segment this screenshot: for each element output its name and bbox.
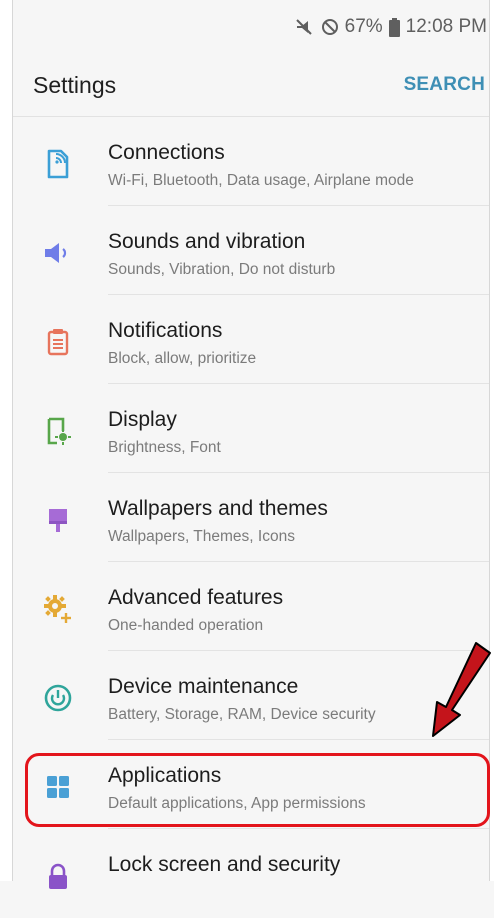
settings-item-title: Notifications — [108, 319, 223, 342]
battery-percent: 67% — [344, 16, 383, 37]
lock-icon — [41, 859, 75, 893]
settings-item-subtitle: Wi-Fi, Bluetooth, Data usage, Airplane m… — [108, 172, 414, 189]
app-bar: Settings SEARCH — [13, 54, 489, 117]
frame-right-edge — [489, 0, 494, 881]
applications-icon — [41, 770, 75, 804]
status-bar: 67% 12:08 PM — [13, 0, 489, 54]
device-maintenance-icon — [41, 681, 75, 715]
settings-item-connections[interactable]: Connections Wi-Fi, Bluetooth, Data usage… — [13, 117, 489, 206]
settings-item-subtitle: One-handed operation — [108, 617, 264, 634]
connections-icon — [41, 147, 75, 181]
settings-item-subtitle: Battery, Storage, RAM, Device security — [108, 706, 376, 723]
settings-item-device-maintenance[interactable]: Device maintenance Battery, Storage, RAM… — [13, 651, 489, 740]
settings-item-title: Device maintenance — [108, 675, 299, 698]
settings-item-title: Connections — [108, 141, 225, 164]
search-button[interactable]: SEARCH — [404, 74, 485, 96]
wallpaper-icon — [41, 503, 75, 537]
do-not-disturb-icon — [321, 18, 339, 36]
sound-icon — [41, 236, 75, 270]
settings-item-title: Wallpapers and themes — [108, 497, 328, 520]
settings-item-applications[interactable]: Applications Default applications, App p… — [13, 740, 489, 829]
settings-item-subtitle: Block, allow, prioritize — [108, 350, 257, 367]
advanced-features-icon — [41, 592, 75, 626]
settings-item-sounds-and-vibration[interactable]: Sounds and vibration Sounds, Vibration, … — [13, 206, 489, 295]
settings-item-advanced-features[interactable]: Advanced features One-handed operation — [13, 562, 489, 651]
settings-item-title: Advanced features — [108, 586, 284, 609]
settings-item-subtitle: Sounds, Vibration, Do not disturb — [108, 261, 336, 278]
mute-icon — [295, 18, 315, 36]
settings-item-wallpapers-and-themes[interactable]: Wallpapers and themes Wallpapers, Themes… — [13, 473, 489, 562]
settings-item-title: Lock screen and security — [108, 853, 341, 876]
frame-left-edge — [0, 0, 13, 881]
display-icon — [41, 414, 75, 448]
notifications-icon — [41, 325, 75, 359]
settings-item-lock-screen-and-security[interactable]: Lock screen and security — [13, 829, 489, 918]
settings-item-subtitle: Brightness, Font — [108, 439, 221, 456]
page-title: Settings — [33, 71, 117, 98]
settings-item-display[interactable]: Display Brightness, Font — [13, 384, 489, 473]
settings-item-subtitle: Wallpapers, Themes, Icons — [108, 528, 295, 545]
settings-item-title: Display — [108, 408, 177, 431]
battery-icon — [388, 17, 400, 37]
settings-list: Connections Wi-Fi, Bluetooth, Data usage… — [13, 117, 489, 918]
settings-item-title: Sounds and vibration — [108, 230, 306, 253]
settings-item-notifications[interactable]: Notifications Block, allow, prioritize — [13, 295, 489, 384]
clock: 12:08 PM — [405, 16, 487, 37]
settings-item-subtitle: Default applications, App permissions — [108, 795, 366, 812]
settings-item-title: Applications — [108, 764, 222, 787]
